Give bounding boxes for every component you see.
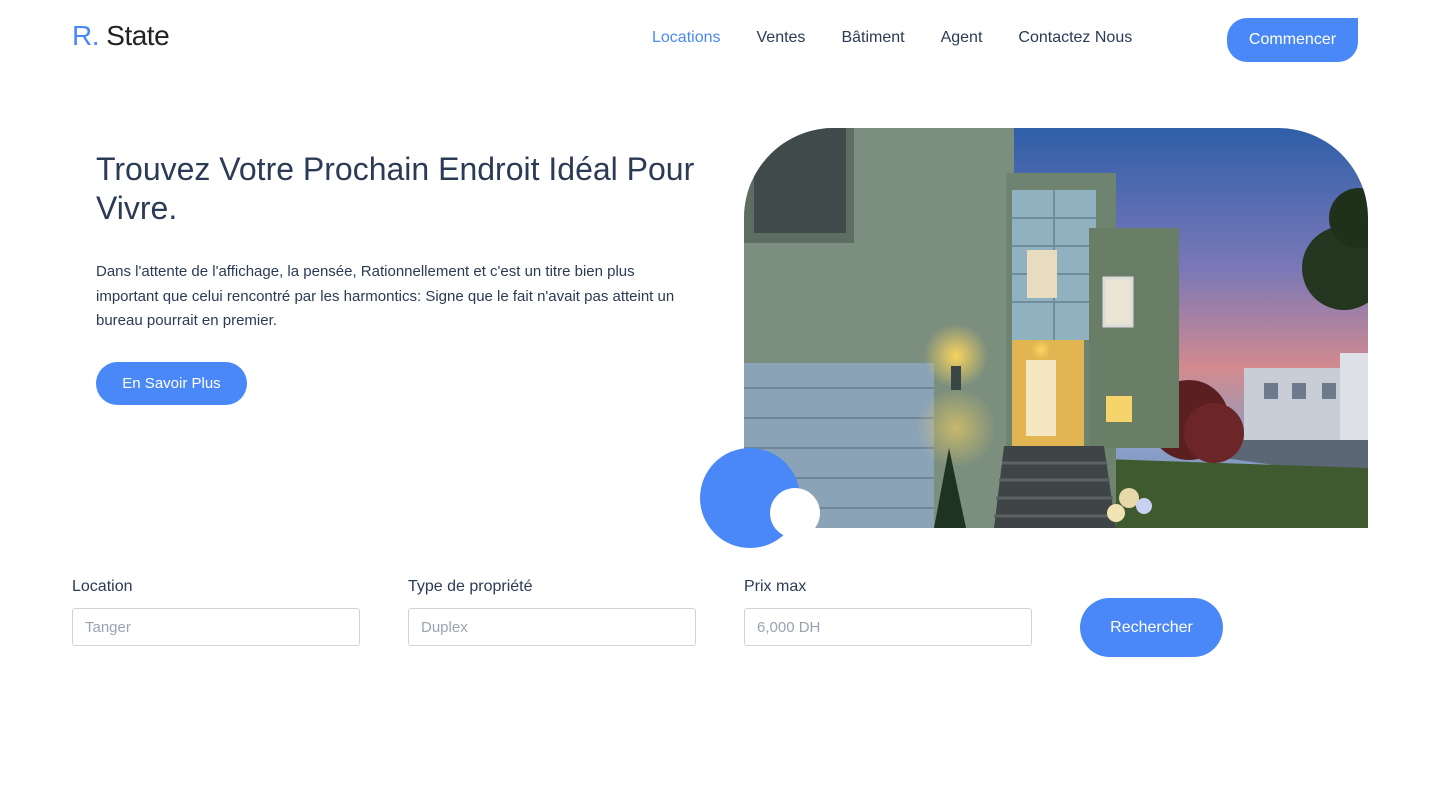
hero-title: Trouvez Votre Prochain Endroit Idéal Pou… [96, 151, 695, 226]
get-started-button[interactable]: Commencer [1227, 18, 1358, 62]
logo[interactable]: R. State [72, 20, 170, 52]
property-type-label: Type de propriété [408, 578, 533, 595]
site-header: R. State Locations Ventes Bâtiment Agent… [0, 0, 1440, 80]
nav-item-locations[interactable]: Locations [652, 27, 721, 49]
learn-more-button[interactable]: En Savoir Plus [96, 362, 247, 405]
location-input[interactable] [72, 608, 360, 646]
decorative-circle-small [770, 488, 820, 538]
nav-item-contact[interactable]: Contactez Nous [1018, 27, 1132, 49]
property-type-field: Type de propriété [408, 577, 696, 646]
hero-description: Dans l'attente de l'affichage, la pensée… [96, 263, 675, 329]
property-type-input[interactable] [408, 608, 696, 646]
max-price-input[interactable] [744, 608, 1032, 646]
logo-text: State [106, 20, 170, 51]
max-price-field: Prix max [744, 577, 1032, 646]
nav-item-agent[interactable]: Agent [941, 27, 983, 49]
location-field: Location [72, 577, 360, 646]
logo-accent: R. [72, 20, 100, 51]
max-price-label: Prix max [744, 578, 807, 595]
location-label: Location [72, 578, 133, 595]
nav-item-batiment[interactable]: Bâtiment [841, 27, 904, 49]
house-photo [744, 128, 1368, 528]
nav-item-ventes[interactable]: Ventes [757, 27, 806, 49]
main-nav: Locations Ventes Bâtiment Agent Contacte… [652, 27, 1168, 49]
search-button[interactable]: Rechercher [1080, 598, 1223, 657]
